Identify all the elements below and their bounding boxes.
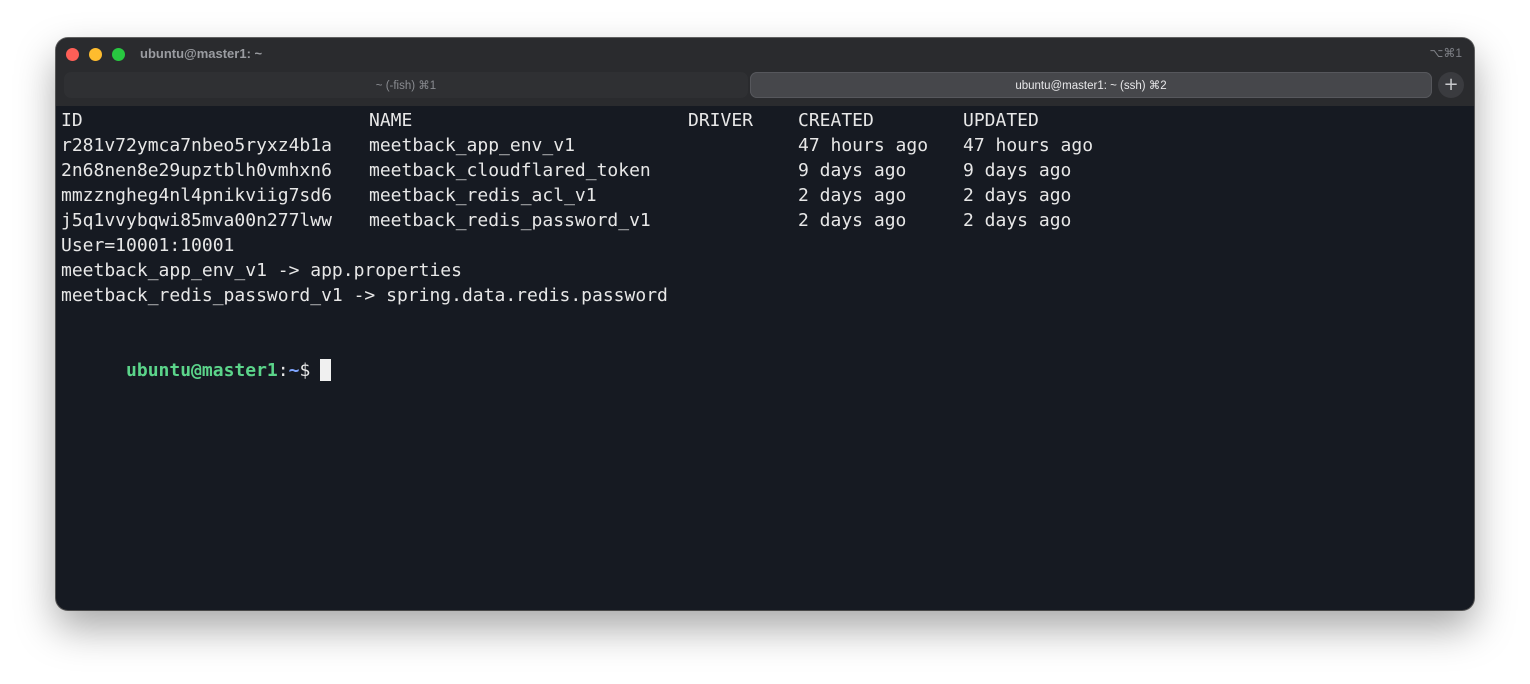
terminal-window: ubuntu@master1: ~ ⌥⌘1 ~ (-fish) ⌘1 ubunt… xyxy=(56,38,1474,610)
prompt-separator: : xyxy=(277,360,289,381)
row-name: meetback_redis_password_v1 xyxy=(369,210,651,231)
row-created: 9 days ago xyxy=(798,160,907,181)
new-tab-button[interactable]: + xyxy=(1438,72,1464,98)
window-shortcut: ⌥⌘1 xyxy=(1429,46,1462,60)
close-button[interactable] xyxy=(66,48,79,61)
row-id: 2n68nen8e29upztblh0vmhxn6 xyxy=(61,160,332,181)
prompt-user-host: ubuntu@master1 xyxy=(126,360,278,381)
header-id: ID xyxy=(61,110,83,131)
row-created: 2 days ago xyxy=(798,210,907,231)
table-row: mmzzngheg4nl4pnikviig7sd6 meetback_redis… xyxy=(61,183,1071,208)
table-row: r281v72ymca7nbeo5ryxz4b1a meetback_app_e… xyxy=(61,133,1093,158)
row-updated: 2 days ago xyxy=(963,210,1072,231)
row-id: j5q1vvybqwi85mva00n277lww xyxy=(61,210,332,231)
table-row: j5q1vvybqwi85mva00n277lww meetback_redis… xyxy=(61,208,1071,233)
text-cursor xyxy=(320,359,332,381)
row-updated: 47 hours ago xyxy=(963,135,1094,156)
header-created: CREATED xyxy=(798,110,874,131)
window-title: ubuntu@master1: ~ xyxy=(140,46,263,61)
row-name: meetback_app_env_v1 xyxy=(369,135,575,156)
header-name: NAME xyxy=(369,110,413,131)
tab-bar: ~ (-fish) ⌘1 ubuntu@master1: ~ (ssh) ⌘2 … xyxy=(56,70,1474,106)
row-id: mmzzngheg4nl4pnikviig7sd6 xyxy=(61,185,332,206)
row-created: 47 hours ago xyxy=(798,135,929,156)
row-name: meetback_cloudflared_token xyxy=(369,160,651,181)
prompt-path: ~ xyxy=(288,360,300,381)
row-updated: 2 days ago xyxy=(963,185,1072,206)
output-line-redis-password: meetback_redis_password_v1 -> spring.dat… xyxy=(61,285,668,306)
row-id: r281v72ymca7nbeo5ryxz4b1a xyxy=(61,135,332,156)
tab-fish[interactable]: ~ (-fish) ⌘1 xyxy=(64,72,748,98)
terminal-output[interactable]: ID NAME DRIVER CREATED UPDATED r281v72ym… xyxy=(61,108,1474,610)
maximize-button[interactable] xyxy=(112,48,125,61)
header-driver: DRIVER xyxy=(688,110,754,131)
table-header-row: ID NAME DRIVER CREATED UPDATED xyxy=(61,108,1039,133)
row-name: meetback_redis_acl_v1 xyxy=(369,185,597,206)
prompt-line[interactable]: ubuntu@master1:~$ xyxy=(61,333,332,381)
row-updated: 9 days ago xyxy=(963,160,1072,181)
table-row: 2n68nen8e29upztblh0vmhxn6 meetback_cloud… xyxy=(61,158,1071,183)
tab-ssh[interactable]: ubuntu@master1: ~ (ssh) ⌘2 xyxy=(750,72,1432,98)
row-created: 2 days ago xyxy=(798,185,907,206)
title-bar: ubuntu@master1: ~ ⌥⌘1 xyxy=(56,38,1474,70)
minimize-button[interactable] xyxy=(89,48,102,61)
prompt-symbol: $ xyxy=(299,360,311,381)
output-line-app-env: meetback_app_env_v1 -> app.properties xyxy=(61,260,462,281)
header-updated: UPDATED xyxy=(963,110,1039,131)
output-line-user: User=10001:10001 xyxy=(61,235,235,256)
